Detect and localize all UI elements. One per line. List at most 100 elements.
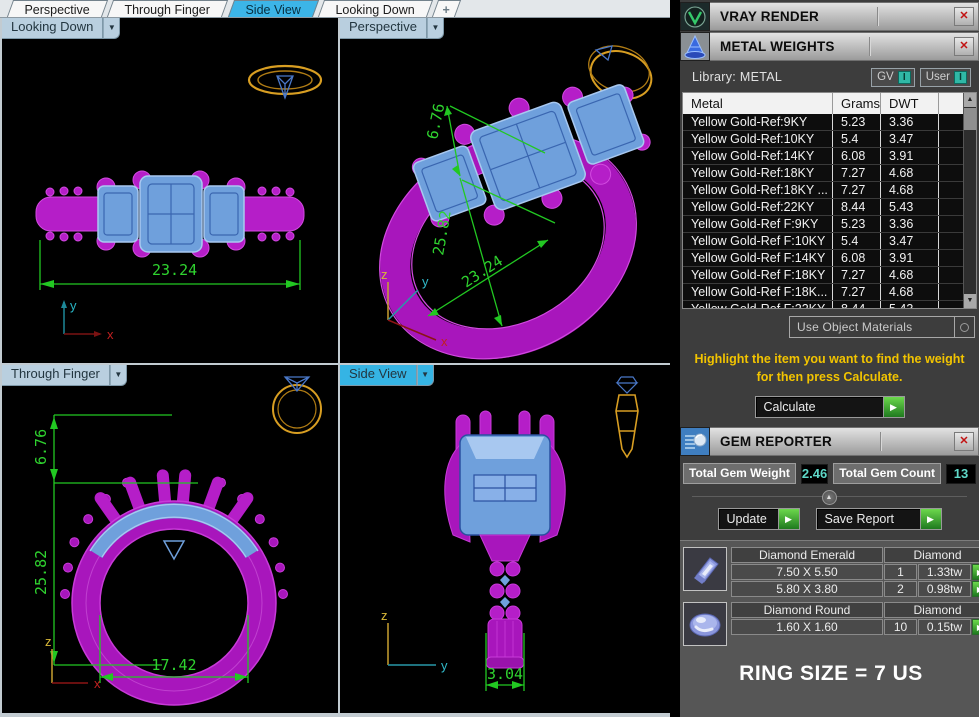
user-label: User — [926, 71, 950, 83]
table-scrollbar[interactable]: ▲ ▼ — [963, 93, 976, 308]
table-row[interactable]: Yellow Gold-Ref F:14KY6.083.91 — [683, 250, 976, 267]
scrollbar-thumb[interactable] — [964, 108, 976, 130]
viewport-title-dropdown[interactable]: Perspective ▼ — [340, 18, 444, 39]
gem-group-round: Diamond Round Diamond 1.60 X 1.60 10 0.1… — [683, 602, 979, 646]
viewport-title-dropdown[interactable]: Side View ▼ — [340, 365, 434, 386]
viewport-title-dropdown[interactable]: Through Finger ▼ — [2, 365, 127, 386]
gem-size: 7.50 X 5.50 — [731, 564, 883, 580]
tab-side-view[interactable]: Side View — [228, 0, 320, 17]
select-gems-button[interactable]: ▶ — [972, 581, 979, 597]
header-groove — [880, 432, 882, 451]
table-row[interactable]: Yellow Gold-Ref F:22KY8.445.43 — [683, 301, 976, 308]
table-row[interactable]: Yellow Gold-Ref:22KY8.445.43 — [683, 199, 976, 216]
gem-table: Diamond Emerald Diamond 7.50 X 5.50 1 1.… — [731, 547, 979, 597]
table-row[interactable]: Yellow Gold-Ref:14KY6.083.91 — [683, 148, 976, 165]
axis-x-label: x — [94, 676, 101, 691]
viewport-perspective[interactable]: Perspective ▼ — [340, 18, 670, 363]
play-icon: ▶ — [883, 397, 904, 417]
viewport-through-finger[interactable]: Through Finger ▼ — [2, 365, 338, 713]
gem-row: 5.80 X 3.80 2 0.98tw ▶ — [731, 581, 979, 597]
table-row[interactable]: Yellow Gold-Ref:18KY7.274.68 — [683, 165, 976, 182]
gem-size: 5.80 X 3.80 — [731, 581, 883, 597]
gem-count: 1 — [884, 564, 917, 580]
table-row[interactable]: Yellow Gold-Ref F:9KY5.233.36 — [683, 216, 976, 233]
axis-x-label: x — [107, 327, 114, 342]
use-object-materials-option[interactable]: Use Object Materials — [789, 316, 975, 338]
save-report-label: Save Report — [817, 509, 920, 529]
ring-size-text: RING SIZE = 7 US — [683, 662, 979, 686]
table-row[interactable]: Yellow Gold-Ref:9KY5.233.36 — [683, 114, 976, 131]
gem-group-emerald: Diamond Emerald Diamond 7.50 X 5.50 1 1.… — [683, 547, 979, 597]
collapse-expander-button[interactable]: ▲ — [822, 490, 837, 505]
viewport-title-dropdown[interactable]: Looking Down ▼ — [2, 18, 120, 39]
axis-x-label: x — [441, 334, 448, 349]
calculate-button[interactable]: Calculate ▶ — [755, 396, 905, 418]
through-finger-drawing: 6.76 25.82 17.42 z x — [2, 365, 338, 713]
col-header-metal: Metal — [683, 93, 833, 114]
metal-weights-header[interactable]: METAL WEIGHTS ✕ — [680, 32, 979, 61]
tab-looking-down[interactable]: Looking Down — [318, 0, 433, 17]
select-gems-button[interactable]: ▶ — [972, 619, 979, 635]
user-toggle-button[interactable]: User I — [920, 68, 971, 87]
update-button[interactable]: Update ▶ — [718, 508, 800, 530]
ring-top-icon — [249, 66, 321, 98]
toggle-on-indicator: I — [898, 71, 911, 84]
table-row[interactable]: Yellow Gold-Ref:10KY5.43.47 — [683, 131, 976, 148]
table-row[interactable]: Yellow Gold-Ref F:18K...7.274.68 — [683, 284, 976, 301]
col-header-grams: Grams — [833, 93, 881, 114]
save-report-button[interactable]: Save Report ▶ — [816, 508, 942, 530]
panel-splitter: ▲ — [692, 490, 967, 504]
library-label: Library: METAL — [692, 70, 782, 84]
ring-profile-icon — [616, 377, 638, 457]
gem-totals-row: Total Gem Weight 2.46 Total Gem Count 13 — [683, 463, 976, 484]
table-body: Yellow Gold-Ref:9KY5.233.36 Yellow Gold-… — [683, 114, 976, 308]
play-icon: ▶ — [920, 509, 941, 529]
viewport-looking-down[interactable]: Looking Down ▼ — [2, 18, 338, 363]
metal-weights-icon — [680, 32, 710, 61]
scroll-down-icon[interactable]: ▼ — [964, 294, 976, 308]
axis-gizmo: z y — [381, 608, 448, 673]
dimension-label: 17.42 — [151, 656, 196, 674]
gem-row: 7.50 X 5.50 1 1.33tw ▶ — [731, 564, 979, 580]
dimension-label: 25.82 — [32, 550, 50, 595]
perspective-drawing: 6.76 25.82 23.24 z — [340, 18, 670, 363]
metal-weights-table: Metal Grams DWT Yellow Gold-Ref:9KY5.233… — [682, 92, 977, 309]
viewport-title: Perspective — [340, 18, 427, 39]
add-viewport-tab-button[interactable]: + — [432, 0, 462, 17]
axis-y-label: y — [441, 658, 448, 673]
gem-list-area: Diamond Emerald Diamond 7.50 X 5.50 1 1.… — [680, 540, 979, 717]
use-object-materials-label: Use Object Materials — [790, 317, 954, 337]
gem-reporter-icon — [680, 427, 710, 456]
gem-size: 1.60 X 1.60 — [731, 619, 883, 635]
total-gem-count-label: Total Gem Count — [833, 463, 941, 484]
looking-down-drawing: 23.24 y x — [2, 18, 338, 363]
table-row[interactable]: Yellow Gold-Ref F:10KY5.43.47 — [683, 233, 976, 250]
tab-through-finger[interactable]: Through Finger — [107, 0, 229, 17]
gem-count: 2 — [884, 581, 917, 597]
viewport-side-view[interactable]: Side View ▼ — [340, 365, 670, 713]
table-row[interactable]: Yellow Gold-Ref F:18KY7.274.68 — [683, 267, 976, 284]
gem-reporter-header[interactable]: GEM REPORTER ✕ — [680, 427, 979, 456]
axis-gizmo: y x — [61, 298, 114, 342]
tab-perspective[interactable]: Perspective — [7, 0, 109, 17]
close-icon[interactable]: ✕ — [954, 37, 974, 56]
ring-side-view — [445, 411, 565, 668]
play-icon: ▶ — [778, 509, 799, 529]
table-header: Metal Grams DWT — [683, 93, 976, 114]
vray-render-header[interactable]: VRAY RENDER ✕ — [680, 2, 979, 31]
app-window: Perspective Through Finger Side View Loo… — [0, 0, 979, 717]
plus-icon: + — [443, 3, 450, 17]
gv-toggle-button[interactable]: GV I — [871, 68, 915, 87]
ring-top-view — [36, 171, 304, 257]
chevron-down-icon: ▼ — [427, 18, 444, 39]
close-icon[interactable]: ✕ — [954, 432, 974, 451]
axis-z-label: z — [45, 634, 52, 649]
gem-name: Diamond Emerald — [731, 547, 883, 563]
select-gems-button[interactable]: ▶ — [972, 564, 979, 580]
radio-icon[interactable] — [954, 317, 974, 337]
gv-label: GV — [877, 71, 894, 83]
gem-table: Diamond Round Diamond 1.60 X 1.60 10 0.1… — [731, 602, 979, 635]
close-icon[interactable]: ✕ — [954, 7, 974, 26]
scroll-up-icon[interactable]: ▲ — [964, 93, 976, 107]
table-row[interactable]: Yellow Gold-Ref:18KY ...7.274.68 — [683, 182, 976, 199]
